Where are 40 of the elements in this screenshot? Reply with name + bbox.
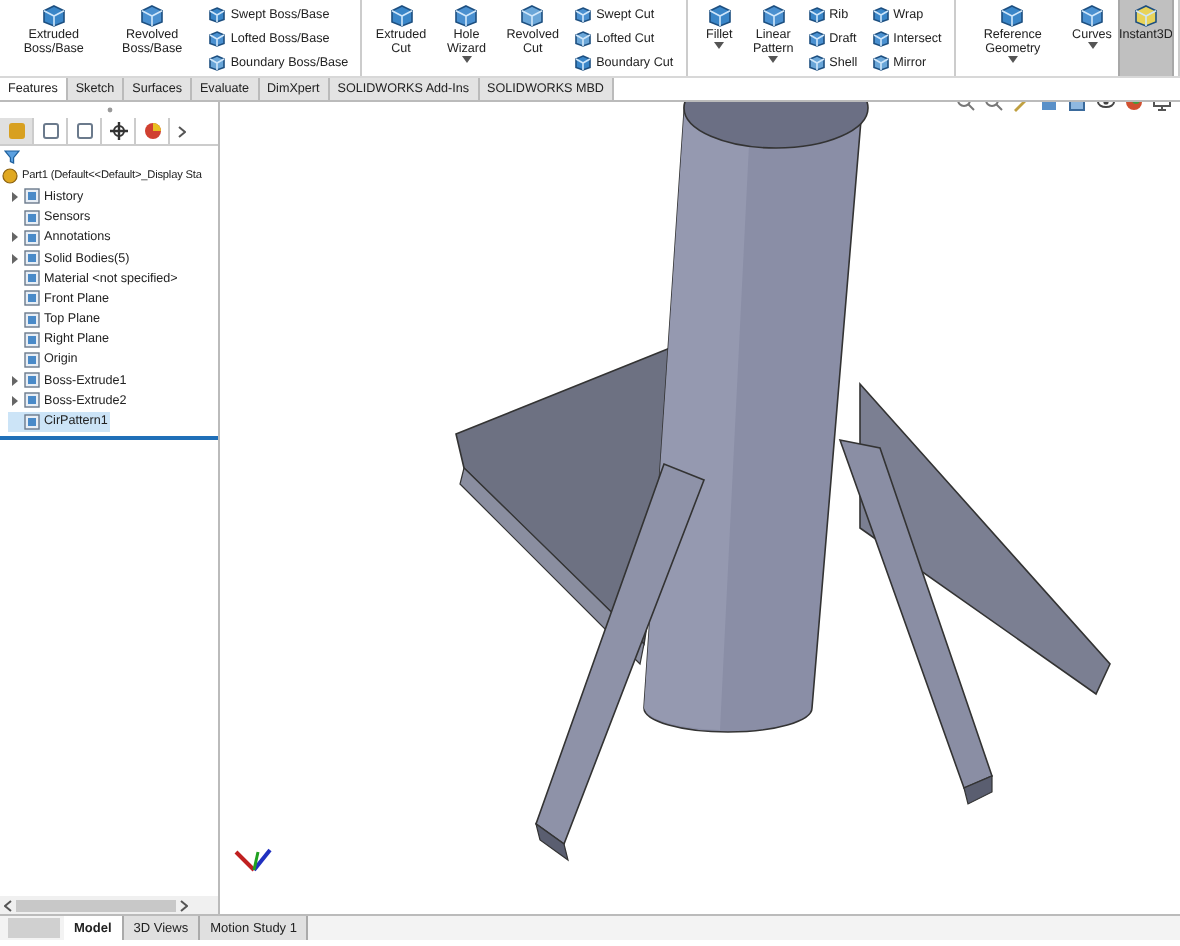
caret-icon <box>1087 42 1097 50</box>
cube-icon <box>41 4 66 28</box>
scrollbar-thumb[interactable] <box>16 899 176 911</box>
caret-icon <box>768 56 779 64</box>
crosshair-icon <box>109 122 127 140</box>
cube-icon <box>208 5 227 23</box>
grip-icon <box>105 106 113 114</box>
chevron-icon <box>178 125 186 137</box>
filter-icon <box>4 149 20 164</box>
axis-triad-icon <box>234 848 272 872</box>
cube-icon <box>140 4 165 28</box>
cube-icon <box>208 53 227 71</box>
caret-icon <box>1007 56 1018 64</box>
caret-icon <box>461 56 472 64</box>
cube-icon <box>1134 4 1158 28</box>
cube-icon <box>871 5 890 23</box>
cube-icon <box>1080 4 1104 28</box>
cube-icon <box>871 29 890 47</box>
scroll-right-icon <box>180 899 188 911</box>
cube-icon <box>389 4 414 28</box>
cube-icon <box>208 29 227 47</box>
tab-scroll-handle[interactable] <box>8 918 60 938</box>
cube-icon <box>807 29 826 47</box>
cube-icon <box>520 4 545 28</box>
cube-icon <box>574 53 593 71</box>
scroll-left-icon <box>4 899 12 911</box>
cube-icon <box>761 4 786 28</box>
cube-icon <box>1000 4 1025 28</box>
color-wheel-icon <box>143 122 161 140</box>
cube-icon <box>807 53 826 71</box>
cube-icon <box>574 29 593 47</box>
cube-icon <box>871 53 890 71</box>
cube-icon <box>574 5 593 23</box>
list-icon <box>41 122 59 140</box>
cube-icon <box>454 4 479 28</box>
expand-arrow-icon <box>12 191 18 202</box>
cube-icon <box>807 5 826 23</box>
caret-icon <box>714 42 725 50</box>
cube-icon <box>707 4 732 28</box>
part-icon <box>2 168 18 185</box>
